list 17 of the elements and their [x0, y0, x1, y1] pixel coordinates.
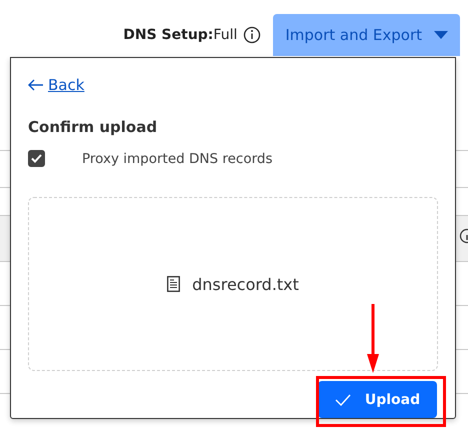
document-icon [167, 276, 180, 292]
info-icon[interactable] [243, 26, 262, 44]
checkbox-label: Proxy imported DNS records [82, 150, 273, 166]
popup-title: Confirm upload [28, 118, 158, 136]
checkbox[interactable] [28, 150, 45, 167]
setup-value: Full [213, 27, 238, 43]
caret-icon [434, 31, 448, 39]
check-icon [31, 154, 42, 163]
check-icon [334, 394, 351, 406]
annotation-arrow [366, 304, 380, 374]
file-name: dnsrecord.txt [192, 274, 299, 294]
import-export-button[interactable]: Import and Export [273, 14, 460, 56]
info-icon[interactable] [458, 228, 468, 244]
setup-label: DNS Setup: [123, 27, 214, 43]
arrow-left-icon [28, 79, 44, 91]
upload-button[interactable]: Upload [318, 381, 437, 418]
back-link[interactable]: Back [28, 76, 84, 94]
